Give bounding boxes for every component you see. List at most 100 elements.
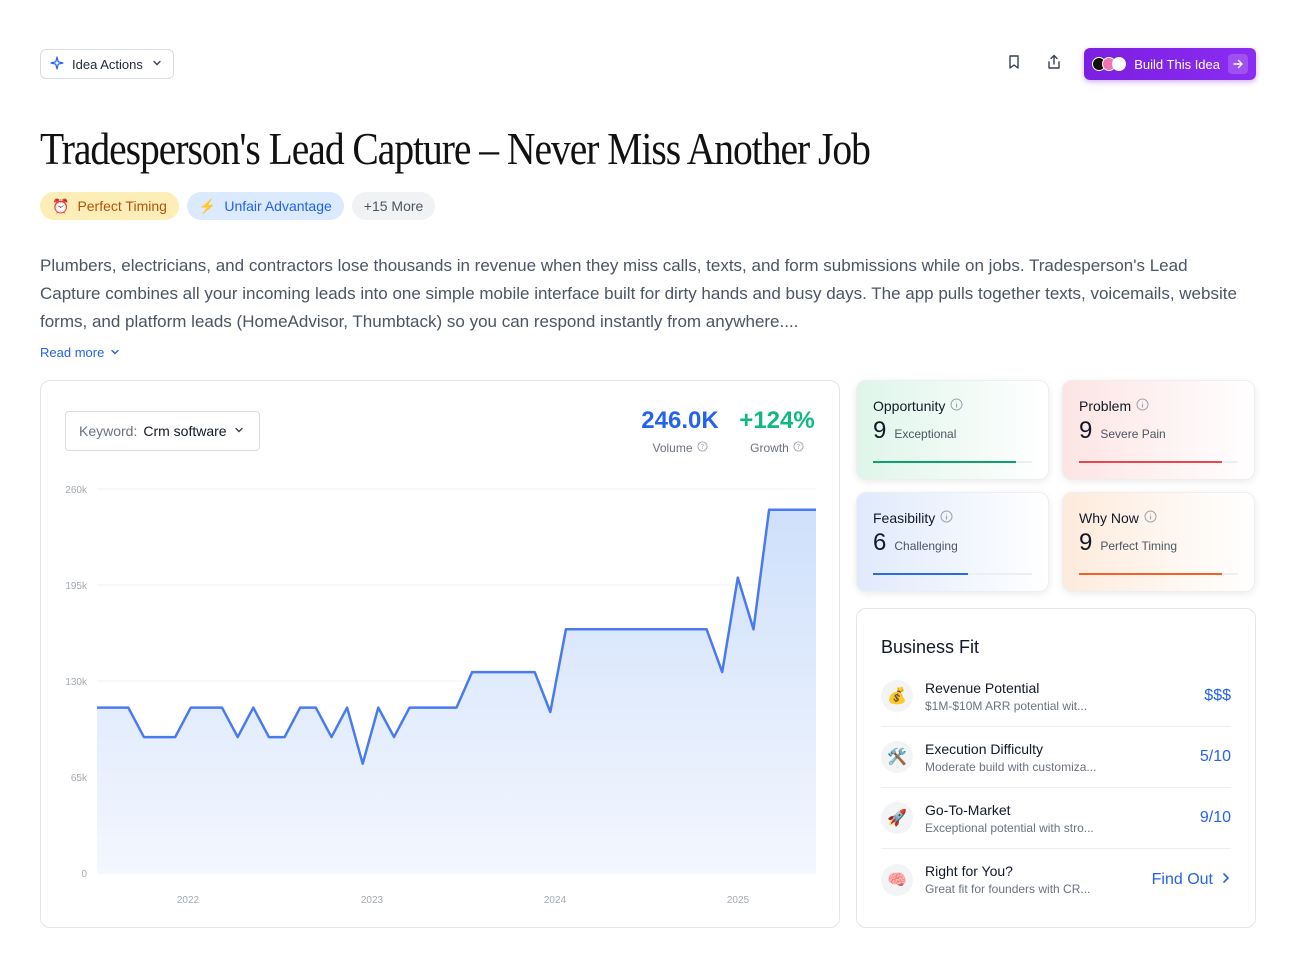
tools-icon: 🛠️	[881, 741, 913, 773]
bookmark-button[interactable]	[998, 48, 1030, 80]
fit-value: 9/10	[1199, 809, 1231, 826]
info-icon[interactable]	[950, 398, 963, 414]
business-fit-list: 💰 Revenue Potential $1M-$10M ARR potenti…	[881, 666, 1231, 910]
growth-label: Growth	[750, 441, 789, 455]
score-bar-track	[1079, 461, 1238, 463]
feasibility-score-card[interactable]: Feasibility 6 Challenging	[856, 492, 1049, 592]
business-fit-title: Business Fit	[881, 637, 980, 657]
problem-score-card[interactable]: Problem 9 Severe Pain	[1062, 380, 1255, 480]
help-icon[interactable]: ?	[793, 441, 804, 455]
svg-text:?: ?	[700, 443, 704, 451]
build-this-idea-button[interactable]: Build This Idea	[1084, 48, 1256, 80]
more-tags-button[interactable]: +15 More	[351, 192, 436, 220]
info-icon[interactable]	[1136, 398, 1149, 414]
score-name: Problem	[1079, 398, 1132, 414]
keyword-trend-card: 0 65k 130k 195k 260k 2022 2023 2024 2025 Keyword…	[40, 380, 840, 928]
fit-subtitle: $1M-$10M ARR potential wit...	[925, 698, 1088, 713]
money-bag-icon: 💰	[881, 680, 913, 712]
chevron-down-icon	[110, 345, 120, 360]
info-icon[interactable]	[1144, 510, 1157, 526]
x-tick-label: 2024	[544, 895, 567, 906]
tag-label: Unfair Advantage	[224, 198, 332, 214]
trend-chart: 0 65k 130k 195k 260k 2022 2023 2024 2025	[65, 485, 816, 906]
tag-perfect-timing[interactable]: ⏰ Perfect Timing	[40, 192, 179, 220]
read-more-label: Read more	[40, 345, 105, 360]
tag-unfair-advantage[interactable]: ⚡ Unfair Advantage	[186, 192, 344, 220]
y-tick-label: 65k	[71, 773, 88, 784]
idea-description: Plumbers, electricians, and contractors …	[40, 256, 1237, 331]
bookmark-icon	[1006, 54, 1022, 75]
volume-label-row: Volume ?	[635, 441, 725, 455]
svg-text:?: ?	[797, 443, 801, 451]
fit-text: Revenue Potential $1M-$10M ARR potential…	[925, 680, 1087, 713]
y-tick-label: 195k	[65, 581, 88, 592]
fit-row-go-to-market[interactable]: 🚀 Go-To-Market Exceptional potential wit…	[881, 788, 1231, 849]
idea-actions-button[interactable]: Idea Actions	[40, 49, 174, 79]
opportunity-score-card[interactable]: Opportunity 9 Exceptional	[856, 380, 1049, 480]
builder-logo-icon	[1112, 57, 1127, 71]
read-more-link[interactable]: Read more	[40, 345, 120, 360]
fit-text: Execution Difficulty Moderate build with…	[925, 741, 1096, 774]
keyword-value: Crm software	[143, 423, 227, 439]
y-tick-label: 260k	[65, 485, 88, 496]
score-value: 9	[1079, 529, 1093, 556]
trend-area	[97, 509, 816, 873]
rocket-icon: 🚀	[881, 802, 913, 834]
growth-value: +124%	[739, 407, 815, 434]
fit-subtitle: Moderate build with customiza...	[925, 759, 1097, 774]
brain-icon: 🧠	[881, 863, 913, 896]
build-label: Build This Idea	[1134, 56, 1220, 72]
fit-row-execution-difficulty[interactable]: 🛠️ Execution Difficulty Moderate build w…	[881, 727, 1231, 788]
tag-label: Perfect Timing	[77, 198, 167, 214]
growth-stat: +124% Growth ?	[735, 407, 819, 455]
score-description: Challenging	[894, 539, 958, 553]
fit-text: Right for You? Great fit for founders wi…	[925, 863, 1090, 896]
fit-name: Execution Difficulty	[925, 740, 1044, 757]
score-bar-track	[873, 573, 1032, 575]
lightning-icon: ⚡	[198, 197, 217, 214]
arrow-right-icon	[1228, 54, 1248, 74]
fit-subtitle: Great fit for founders with CR...	[925, 882, 1091, 896]
score-bar-track	[1079, 573, 1238, 575]
alarm-clock-icon: ⏰	[52, 197, 70, 214]
score-value: 6	[873, 529, 887, 556]
x-tick-label: 2025	[727, 895, 750, 906]
fit-name: Go-To-Market	[925, 801, 1011, 818]
score-value: 9	[873, 417, 887, 444]
score-name: Opportunity	[873, 398, 946, 414]
score-name: Why Now	[1079, 510, 1139, 526]
why-now-score-card[interactable]: Why Now 9 Perfect Timing	[1062, 492, 1255, 592]
volume-value: 246.0K	[641, 407, 719, 434]
score-bar-fill	[873, 461, 1017, 463]
fit-row-right-for-you[interactable]: 🧠 Right for You? Great fit for founders …	[881, 849, 1231, 910]
keyword-select[interactable]: Keyword: Crm software	[65, 411, 260, 451]
share-icon	[1046, 54, 1062, 75]
chevron-right-icon	[1221, 871, 1231, 889]
fit-subtitle: Exceptional potential with stro...	[925, 820, 1094, 835]
header-actions: Build This Idea	[998, 48, 1256, 80]
y-tick-label: 130k	[65, 677, 88, 688]
builder-logos	[1092, 57, 1127, 71]
business-fit-card: Business Fit 💰 Revenue Potential $1M-$10…	[856, 608, 1256, 928]
fit-value: $$$	[1204, 687, 1231, 704]
info-icon[interactable]	[940, 510, 953, 526]
fit-row-revenue-potential[interactable]: 💰 Revenue Potential $1M-$10M ARR potenti…	[881, 666, 1231, 727]
growth-label-row: Growth ?	[735, 441, 819, 455]
help-icon[interactable]: ?	[696, 441, 708, 455]
find-out-link[interactable]: Find Out	[1152, 871, 1231, 889]
score-bar-fill	[1079, 461, 1223, 463]
fit-name: Right for You?	[925, 863, 1013, 879]
fit-name: Revenue Potential	[925, 679, 1040, 696]
fit-text: Go-To-Market Exceptional potential with …	[925, 802, 1094, 835]
find-out-label: Find Out	[1151, 870, 1213, 888]
chevron-down-icon	[151, 57, 163, 72]
volume-label: Volume	[652, 441, 693, 455]
score-bar-fill	[1079, 573, 1223, 575]
score-bar-track	[873, 461, 1032, 463]
score-description: Severe Pain	[1100, 427, 1166, 441]
score-name: Feasibility	[873, 510, 936, 526]
x-tick-label: 2022	[177, 895, 200, 906]
score-description: Perfect Timing	[1100, 539, 1178, 553]
share-button[interactable]	[1038, 48, 1070, 80]
sparkle-icon	[50, 55, 64, 73]
